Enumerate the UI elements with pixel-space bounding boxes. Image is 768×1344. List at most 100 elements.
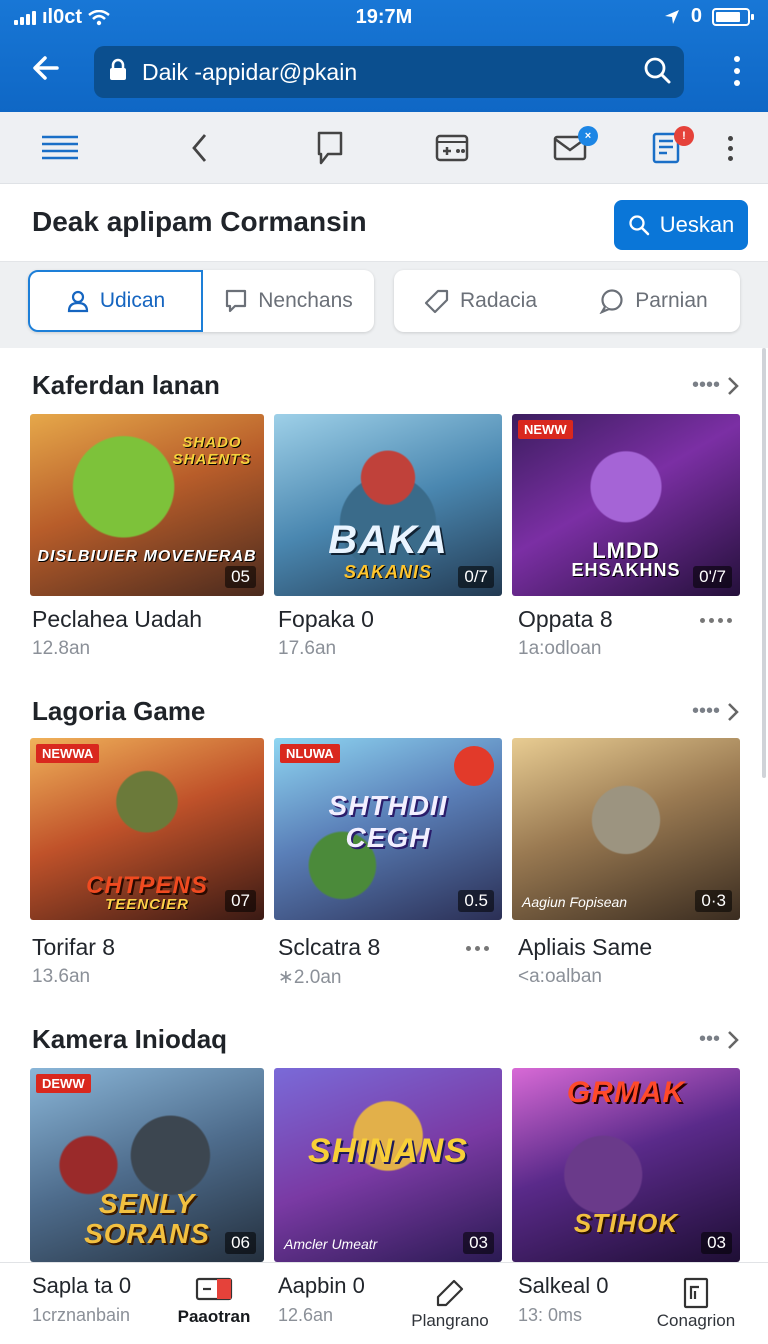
- lock-icon: [94, 58, 142, 87]
- nav-label: Plangrano: [411, 1311, 489, 1330]
- tab-label: Nenchans: [258, 289, 353, 312]
- search-button-label: Ueskan: [659, 212, 735, 237]
- mail-button[interactable]: ×: [548, 126, 598, 168]
- duration-badge: 03: [701, 1232, 732, 1254]
- more-vert-icon[interactable]: [732, 56, 742, 86]
- game-thumbnail[interactable]: NEWW LMDD EHSAKHNS 0'/7: [512, 414, 740, 596]
- section: Kamera Iniodaq ••• DEWW SENLY SORANS 06 …: [0, 1024, 768, 1262]
- duration-badge: 07: [225, 890, 256, 912]
- toolbar-more-button[interactable]: [708, 128, 752, 168]
- play-badge-icon: [454, 746, 494, 786]
- gamepad-icon: [435, 134, 469, 162]
- menu-button[interactable]: [38, 128, 82, 168]
- nav-label: Conagrion: [656, 1311, 736, 1330]
- card-title[interactable]: Aapbin 0: [278, 1273, 365, 1299]
- card-meta: ∗2.0an: [278, 967, 342, 988]
- card-title[interactable]: Sclcatra 8: [278, 934, 380, 961]
- tab-udican[interactable]: Udican: [28, 270, 203, 332]
- card-meta: 1a:odloan: [518, 638, 602, 659]
- back-button[interactable]: [24, 52, 68, 92]
- search-button[interactable]: Ueskan: [614, 200, 748, 250]
- game-thumbnail[interactable]: NEWWA CHTPENS TEENCIER 07: [30, 738, 264, 920]
- card-meta: 12.8an: [32, 638, 91, 659]
- card-title[interactable]: Oppata 8: [518, 606, 613, 633]
- game-thumbnail[interactable]: NLUWA SHTHDII CEGH 0.5: [274, 738, 502, 920]
- nav-paaotran[interactable]: Paaotran: [154, 1271, 274, 1341]
- thumbnail-logo: SENLY: [98, 1188, 196, 1219]
- nav-conagrion[interactable]: Conagrion: [636, 1275, 756, 1344]
- game-thumbnail[interactable]: GRMAK STIHOK 03: [512, 1068, 740, 1262]
- nav-plangrano[interactable]: Plangrano: [390, 1275, 510, 1344]
- bookmark-button[interactable]: [308, 128, 352, 168]
- new-badge: NLUWA: [280, 744, 340, 763]
- card-title[interactable]: Peclahea Uadah: [32, 606, 202, 633]
- battery-icon: [712, 7, 754, 26]
- card-meta: 12.6an: [278, 1305, 334, 1325]
- section: Kaferdan lanan •••• SHADO SHAENTS DISLBI…: [0, 370, 768, 670]
- new-badge: NEWW: [518, 420, 573, 439]
- mail-badge-icon: ×: [578, 126, 598, 146]
- tab-radacia[interactable]: Radacia: [394, 270, 567, 332]
- nav-label: Paaotran: [177, 1307, 251, 1326]
- arrow-left-icon: [33, 56, 59, 80]
- tab-nenchans[interactable]: Nenchans: [203, 270, 374, 332]
- new-badge: NEWWA: [36, 744, 100, 763]
- hamburger-icon: [42, 135, 78, 160]
- chevron-right-icon: [728, 1030, 739, 1049]
- section-more-button[interactable]: ••••: [692, 700, 740, 723]
- status-bar: ıl0ct 19:7M 0: [0, 0, 768, 34]
- tab-label: Radacia: [459, 289, 538, 312]
- video-icon: [195, 1277, 233, 1301]
- game-thumbnail[interactable]: SHADO SHAENTS DISLBIUIER MOVENERAB 05: [30, 414, 264, 596]
- pen-icon: [436, 1279, 464, 1307]
- game-thumbnail[interactable]: BAKA SAKANIS 0/7: [274, 414, 502, 596]
- thumbnail-logo: DISLBIUIER MOVENERAB: [37, 548, 257, 565]
- alarm-count: 0: [690, 5, 702, 27]
- games-button[interactable]: [430, 128, 474, 168]
- tab-label: Parnian: [635, 289, 708, 312]
- location-icon: [664, 9, 679, 24]
- game-thumbnail[interactable]: SHINANS Amcler Umeatr 03: [274, 1068, 502, 1262]
- news-button[interactable]: !: [644, 126, 694, 168]
- card-title[interactable]: Apliais Same: [518, 934, 652, 961]
- thumbnail-caption: Aagiun Fopisean: [522, 894, 628, 910]
- thumbnail-logo: SHINANS: [307, 1132, 469, 1170]
- card-title[interactable]: Fopaka 0: [278, 606, 374, 633]
- search-icon[interactable]: [630, 55, 684, 90]
- url-bar[interactable]: Daik -appidar@pkain: [94, 46, 684, 98]
- card-title[interactable]: Sapla ta 0: [32, 1273, 131, 1299]
- card-meta: 17.6an: [278, 638, 337, 659]
- chevron-right-icon: [728, 376, 739, 395]
- comment-icon: [226, 289, 247, 313]
- clock: 19:7M: [355, 6, 413, 28]
- duration-badge: 0'/7: [693, 566, 732, 588]
- card-more-icon[interactable]: [466, 946, 489, 951]
- tab-group-left: Udican Nenchans: [28, 270, 374, 332]
- thumbnail-logo: SHADO SHAENTS: [172, 434, 252, 468]
- new-badge: DEWW: [36, 1074, 91, 1093]
- chat-icon: [599, 289, 623, 314]
- tab-label: Udican: [99, 289, 166, 312]
- card-title[interactable]: Salkeal 0: [518, 1273, 609, 1299]
- game-thumbnail[interactable]: DEWW SENLY SORANS 06: [30, 1068, 264, 1262]
- page-header: Deak aplipam Cormansin Ueskan: [0, 184, 768, 262]
- duration-badge: 0.5: [458, 890, 494, 912]
- bottom-bar: Sapla ta 0 1crznanbain Aapbin 0 12.6an S…: [0, 1262, 768, 1344]
- card-more-icon[interactable]: [700, 618, 732, 623]
- content-feed[interactable]: Kaferdan lanan •••• SHADO SHAENTS DISLBI…: [0, 348, 768, 1262]
- toolbar: × !: [0, 112, 768, 184]
- game-thumbnail[interactable]: Aagiun Fopisean 0·3: [512, 738, 740, 920]
- document-icon: [683, 1277, 709, 1309]
- user-icon: [67, 290, 88, 313]
- bookmark-icon: [317, 131, 343, 165]
- section-more-button[interactable]: •••: [699, 1028, 740, 1051]
- section-more-button[interactable]: ••••: [692, 374, 740, 397]
- tab-parnian[interactable]: Parnian: [567, 270, 740, 332]
- back-nav-button[interactable]: [178, 128, 222, 168]
- thumbnail-caption: Amcler Umeatr: [284, 1236, 378, 1252]
- more-horiz-icon: •••: [698, 1028, 720, 1050]
- tab-bar: Udican Nenchans Radacia Parnian: [0, 262, 768, 348]
- card-meta: <a:oalban: [518, 966, 602, 987]
- section: Lagoria Game •••• NEWWA CHTPENS TEENCIER…: [0, 696, 768, 996]
- card-title[interactable]: Torifar 8: [32, 934, 115, 961]
